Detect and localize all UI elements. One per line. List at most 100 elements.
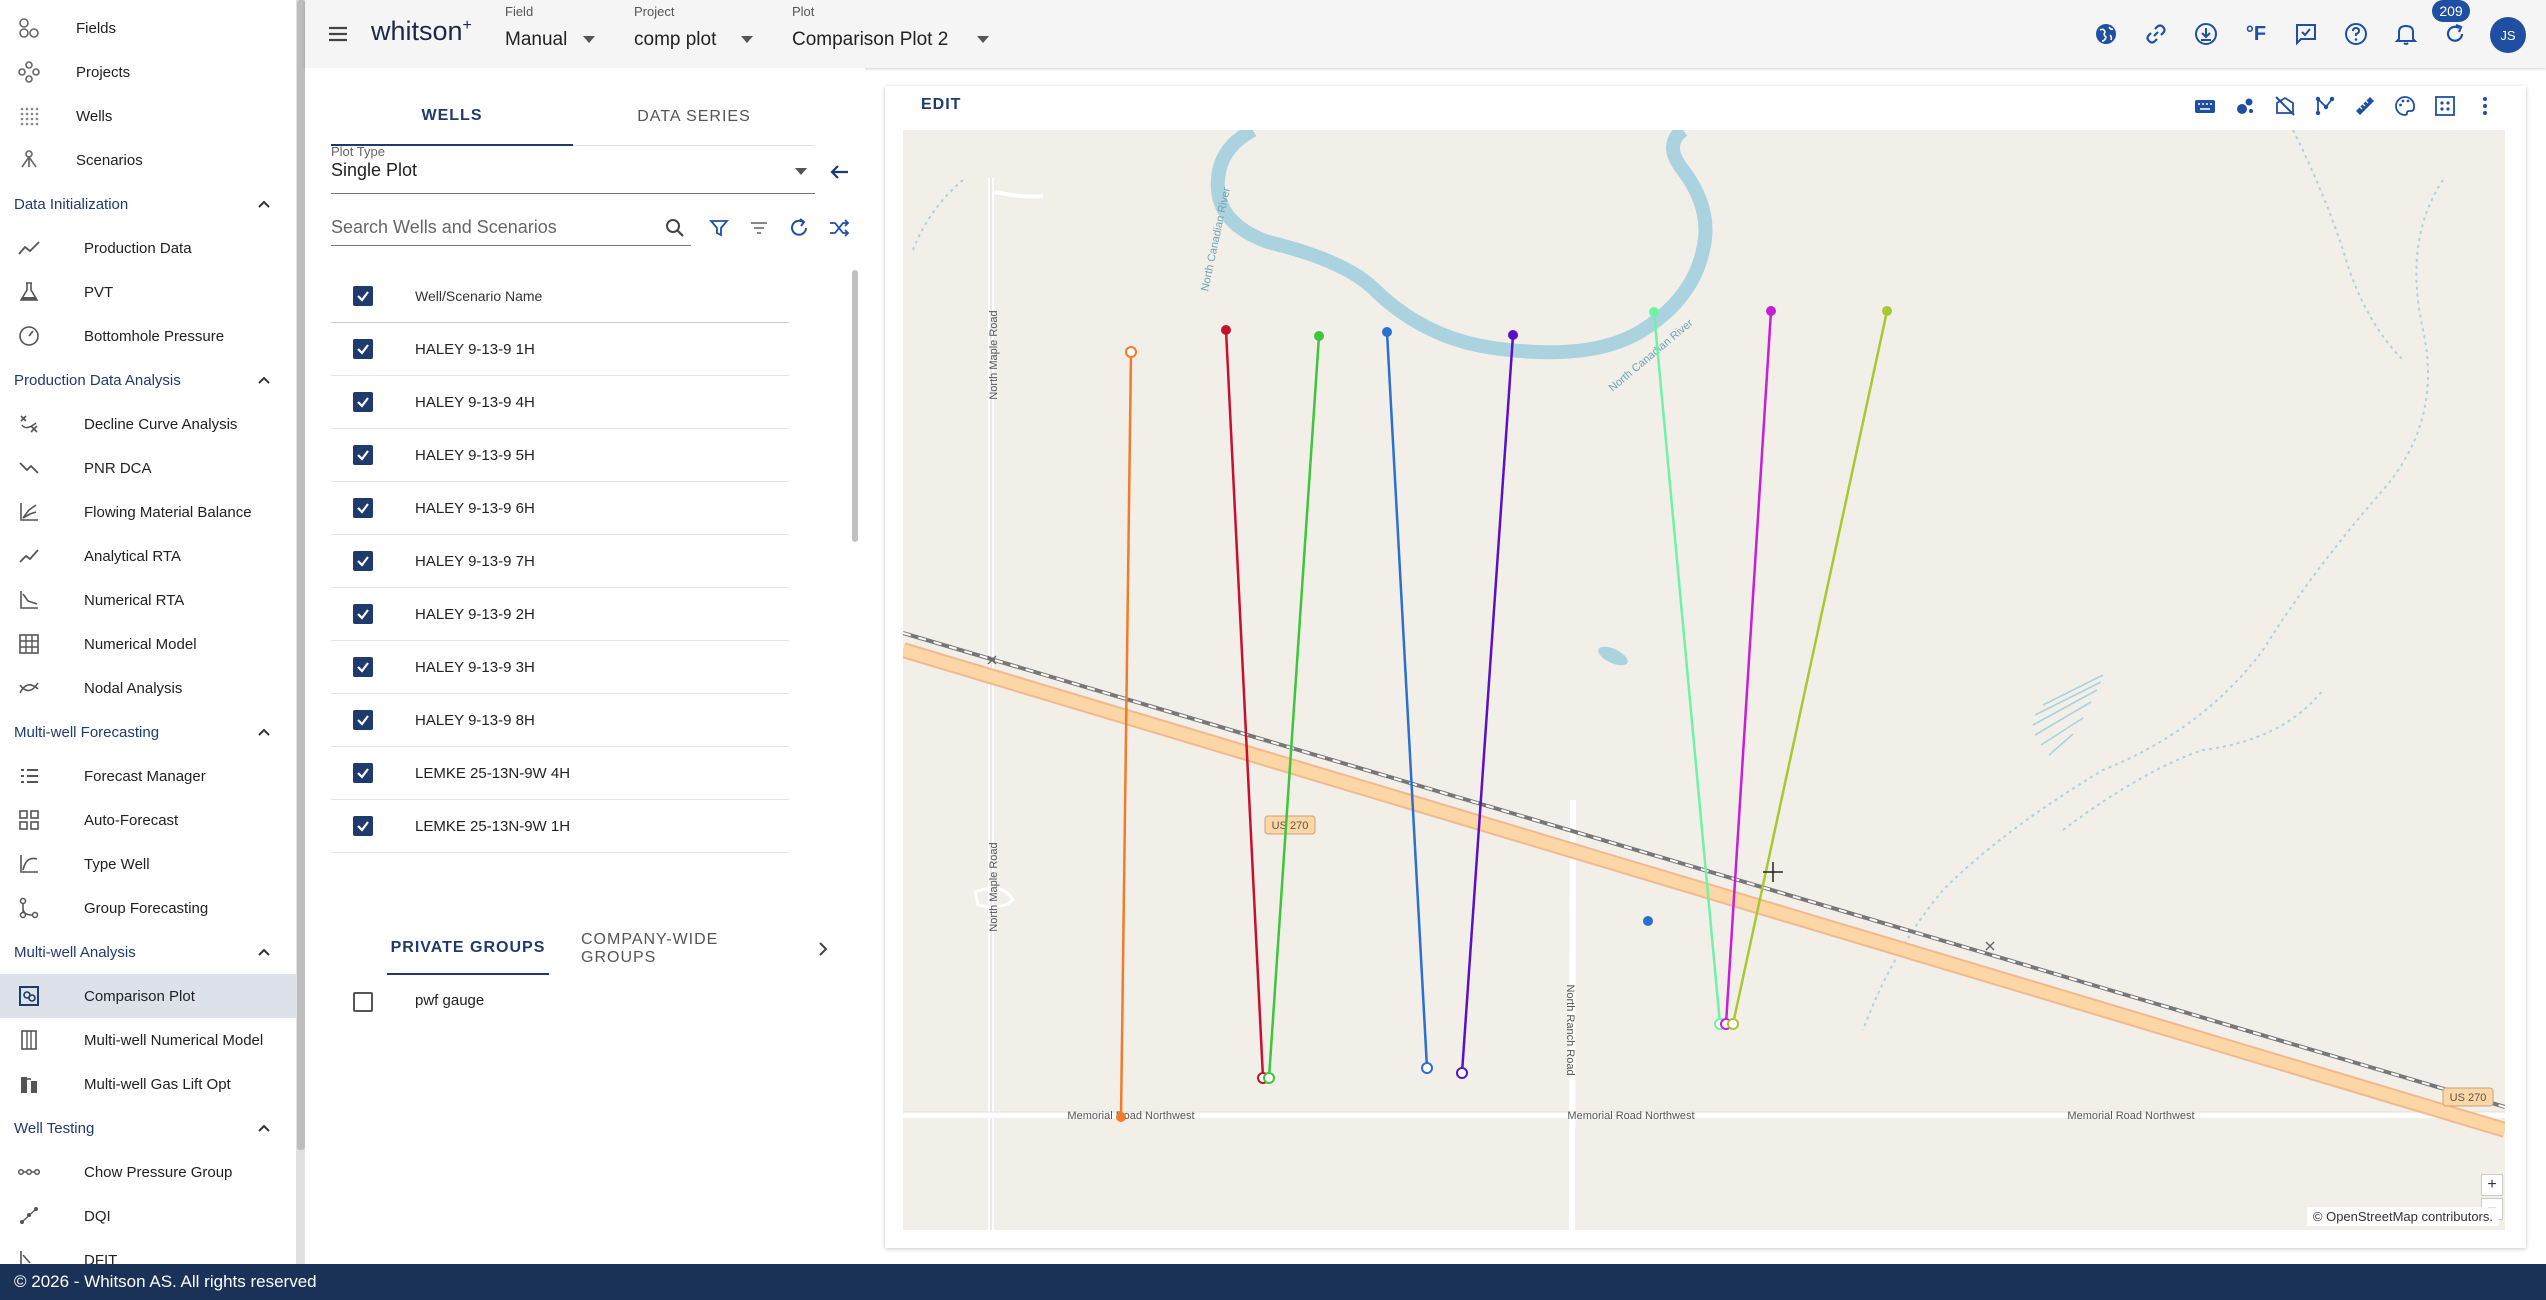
row-checkbox[interactable] <box>353 763 373 783</box>
sort-icon[interactable] <box>743 212 775 244</box>
search-icon[interactable] <box>659 212 691 244</box>
download-icon[interactable] <box>2190 18 2222 50</box>
row-checkbox[interactable] <box>353 604 373 624</box>
section-multi-well-forecasting[interactable]: Multi-well Forecasting <box>0 710 296 754</box>
menu-icon[interactable] <box>323 20 353 48</box>
plot-selector[interactable]: Plot Comparison Plot 2 <box>792 4 1002 64</box>
sidebar-item-group-forecasting[interactable]: Group Forecasting <box>0 886 296 930</box>
project-selector[interactable]: Project comp plot <box>634 4 764 64</box>
sidebar-item-chow-pressure-group[interactable]: Chow Pressure Group <box>0 1150 296 1194</box>
table-row[interactable]: HALEY 9-13-9 3H <box>331 641 789 694</box>
palette-icon[interactable] <box>2389 90 2421 122</box>
sidebar-item-type-well[interactable]: Type Well <box>0 842 296 886</box>
tab-wells[interactable]: WELLS <box>331 88 573 146</box>
section-data-initialization[interactable]: Data Initialization <box>0 182 296 226</box>
avatar[interactable]: JS <box>2490 17 2526 53</box>
sidebar-item-pvt[interactable]: PVT <box>0 270 296 314</box>
sidebar-item-numerical-rta[interactable]: Numerical RTA <box>0 578 296 622</box>
sidebar-item-dqi[interactable]: DQI <box>0 1194 296 1238</box>
sidebar-item-scenarios[interactable]: Scenarios <box>0 138 296 182</box>
tab-company-wide-groups[interactable]: COMPANY-WIDE GROUPS <box>581 923 799 975</box>
sidebar-item-auto-forecast[interactable]: Auto-Forecast <box>0 798 296 842</box>
row-checkbox[interactable] <box>353 445 373 465</box>
help-icon[interactable] <box>2340 18 2372 50</box>
reset-zoom-icon[interactable] <box>2429 90 2461 122</box>
table-row[interactable]: HALEY 9-13-9 7H <box>331 535 789 588</box>
table-row[interactable]: HALEY 9-13-9 1H <box>331 323 789 376</box>
table-row[interactable]: HALEY 9-13-9 5H <box>331 429 789 482</box>
table-row[interactable]: LEMKE 25-13N-9W 1H <box>331 800 789 853</box>
row-checkbox[interactable] <box>353 816 373 836</box>
sidebar-item-pnr-dca[interactable]: PNR DCA <box>0 446 296 490</box>
well-haley-7h[interactable] <box>1456 330 1518 1079</box>
refresh-list-icon[interactable] <box>783 212 815 244</box>
sidebar-item-multi-well-gas-lift-opt[interactable]: Multi-well Gas Lift Opt <box>0 1062 296 1106</box>
temperature-unit-icon[interactable]: °F <box>2240 18 2272 50</box>
well-haley-5h[interactable] <box>1263 331 1324 1084</box>
filter-icon[interactable] <box>703 212 735 244</box>
refresh-icon[interactable] <box>2439 18 2471 50</box>
sidebar-item-fields[interactable]: Fields <box>0 6 296 50</box>
sidebar-item-comparison-plot[interactable]: Comparison Plot <box>0 974 296 1018</box>
sidebar-item-numerical-model[interactable]: Numerical Model <box>0 622 296 666</box>
sidebar-item-bottomhole-pressure[interactable]: Bottomhole Pressure <box>0 314 296 358</box>
tab-data-series[interactable]: DATA SERIES <box>573 88 815 146</box>
table-row[interactable]: HALEY 9-13-9 2H <box>331 588 789 641</box>
plot-type-select[interactable]: Single Plot <box>331 160 815 194</box>
well-haley-2h[interactable] <box>1649 307 1726 1030</box>
section-multi-well-analysis[interactable]: Multi-well Analysis <box>0 930 296 974</box>
table-row[interactable]: LEMKE 25-13N-9W 4H <box>331 747 789 800</box>
globe-icon[interactable] <box>2090 18 2122 50</box>
well-haley-3h[interactable] <box>1720 306 1776 1030</box>
section-production-data-analysis[interactable]: Production Data Analysis <box>0 358 296 402</box>
vertical-well-marker[interactable] <box>1643 916 1653 926</box>
table-row[interactable]: HALEY 9-13-9 6H <box>331 482 789 535</box>
feedback-icon[interactable] <box>2290 18 2322 50</box>
sidebar-item-dfit[interactable]: DFIT <box>0 1238 296 1264</box>
sidebar-item-multi-well-numerical-model[interactable]: Multi-well Numerical Model <box>0 1018 296 1062</box>
row-checkbox[interactable] <box>353 339 373 359</box>
sidebar-item-projects[interactable]: Projects <box>0 50 296 94</box>
sidebar-item-nodal-analysis[interactable]: Nodal Analysis <box>0 666 296 710</box>
collapse-panel-arrow-icon[interactable] <box>824 156 856 188</box>
select-all-checkbox[interactable] <box>353 286 373 306</box>
chevron-right-icon[interactable] <box>811 923 835 975</box>
sidebar-item-wells[interactable]: Wells <box>0 94 296 138</box>
field-selector[interactable]: Field Manual <box>505 4 605 64</box>
sidebar-item-forecast-manager[interactable]: Forecast Manager <box>0 754 296 798</box>
list-item[interactable]: pwf gauge <box>331 978 789 1026</box>
well-table-scrollbar[interactable] <box>852 270 858 542</box>
link-icon[interactable] <box>2140 18 2172 50</box>
map-attribution[interactable]: © OpenStreetMap contributors. <box>2306 1207 2499 1226</box>
table-row[interactable]: HALEY 9-13-9 4H <box>331 376 789 429</box>
section-well-testing[interactable]: Well Testing <box>0 1106 296 1150</box>
group-checkbox[interactable] <box>353 992 373 1012</box>
well-haley-1h[interactable] <box>1116 346 1137 1122</box>
scrollbar-thumb[interactable] <box>297 0 305 1150</box>
notifications-icon[interactable] <box>2390 18 2422 50</box>
edit-button[interactable]: EDIT <box>921 96 961 114</box>
well-haley-4h[interactable] <box>1221 325 1269 1084</box>
table-row[interactable]: HALEY 9-13-9 8H <box>331 694 789 747</box>
row-checkbox[interactable] <box>353 392 373 412</box>
sidebar-scrollbar[interactable] <box>297 0 305 1264</box>
well-haley-6h[interactable] <box>1382 327 1433 1074</box>
tab-private-groups[interactable]: PRIVATE GROUPS <box>387 923 549 975</box>
search-input[interactable] <box>331 210 691 246</box>
keyboard-icon[interactable] <box>2189 90 2221 122</box>
sidebar-item-decline-curve-analysis[interactable]: Decline Curve Analysis <box>0 402 296 446</box>
row-checkbox[interactable] <box>353 657 373 677</box>
well-paths-icon[interactable] <box>2309 90 2341 122</box>
zoom-in-button[interactable]: + <box>2481 1174 2503 1196</box>
sidebar-item-production-data[interactable]: Production Data <box>0 226 296 270</box>
well-map[interactable]: US 270 US 270 Memorial Road Northwest Me… <box>903 130 2505 1230</box>
sidebar-item-analytical-rta[interactable]: Analytical RTA <box>0 534 296 578</box>
ruler-icon[interactable] <box>2349 90 2381 122</box>
row-checkbox[interactable] <box>353 710 373 730</box>
shuffle-icon[interactable] <box>823 212 855 244</box>
row-checkbox[interactable] <box>353 551 373 571</box>
hide-labels-icon[interactable] <box>2269 90 2301 122</box>
more-options-icon[interactable] <box>2469 90 2501 122</box>
bubble-map-icon[interactable] <box>2229 90 2261 122</box>
row-checkbox[interactable] <box>353 498 373 518</box>
